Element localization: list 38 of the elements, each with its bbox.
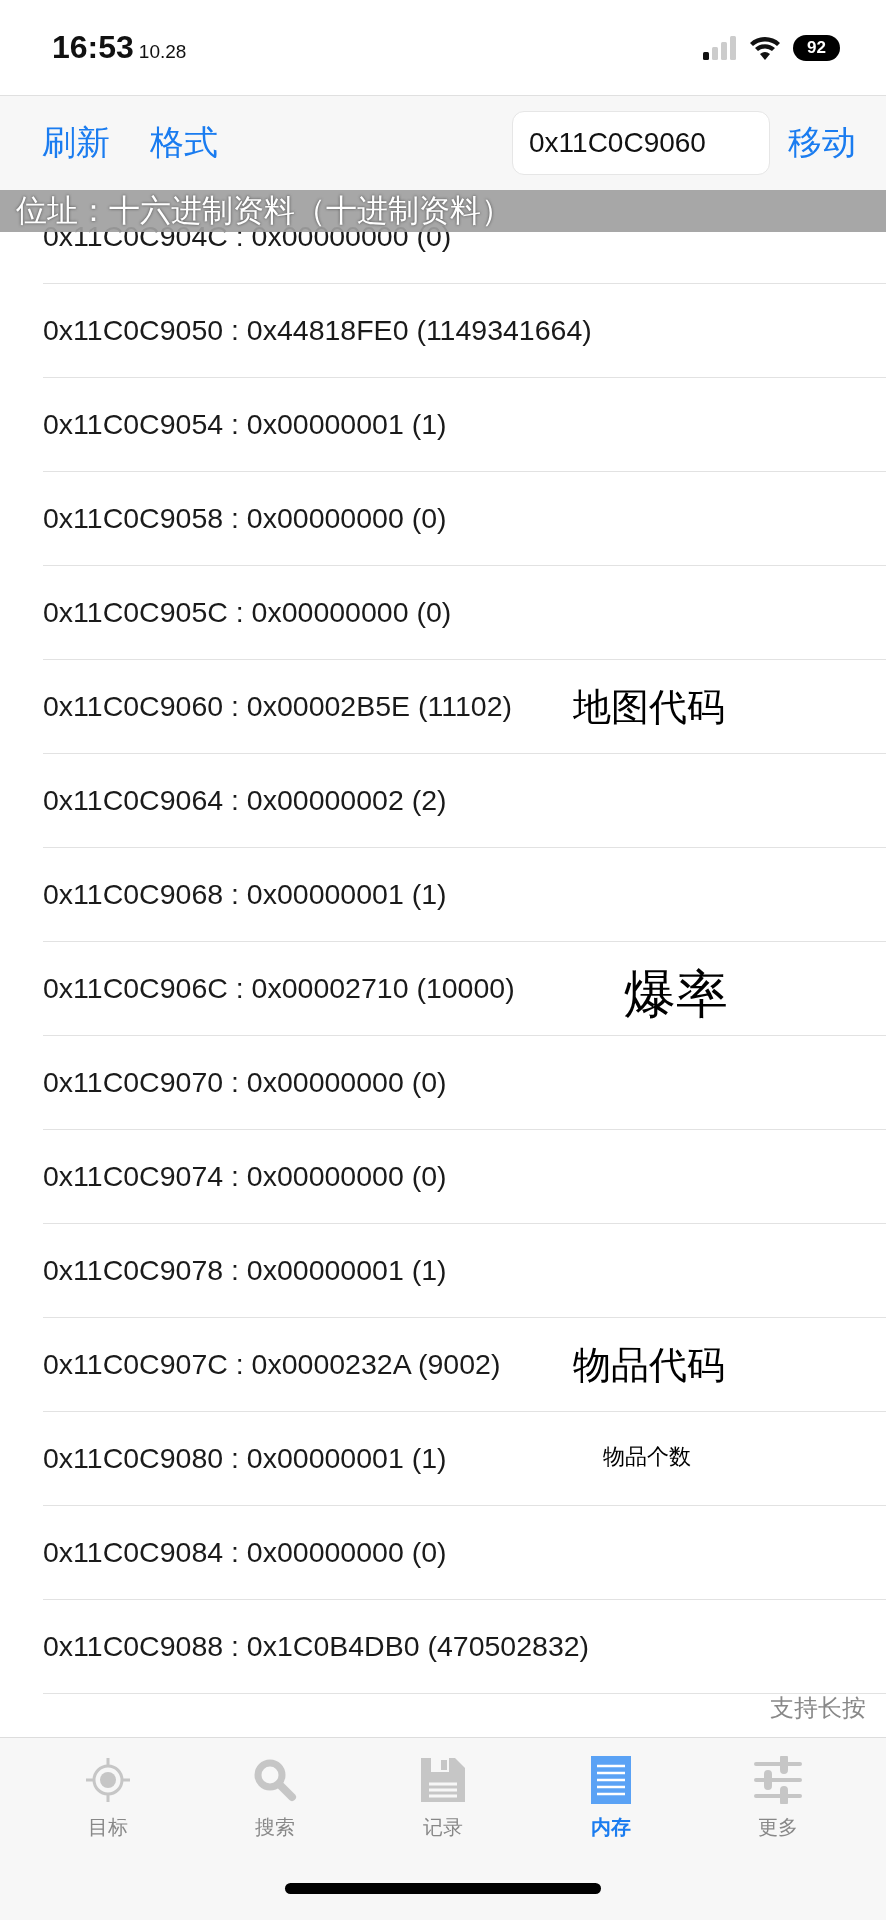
memory-entry: 0x11C0C9050 : 0x44818FE0 (1149341664) — [43, 314, 592, 347]
memory-entry: 0x11C0C9058 : 0x00000000 (0) — [43, 502, 447, 535]
annotation-text: 爆率 — [624, 964, 728, 1025]
annotation-text: 物品代码 — [573, 1343, 725, 1388]
go-button[interactable]: 移动 — [788, 120, 856, 166]
memory-entry: 0x11C0C907C : 0x0000232A (9002) — [43, 1348, 501, 1381]
annotation-text: 物品个数 — [603, 1443, 691, 1471]
memory-entry: 0x11C0C9074 : 0x00000000 (0) — [43, 1160, 447, 1193]
memory-entry: 0x11C0C9080 : 0x00000001 (1) — [43, 1442, 447, 1475]
memory-entry: 0x11C0C9068 : 0x00000001 (1) — [43, 878, 447, 911]
hint-text: 支持长按 — [770, 1693, 866, 1723]
memory-entry: 0x11C0C9054 : 0x00000001 (1) — [43, 408, 447, 441]
tab[interactable]: 目标 — [47, 1750, 168, 1847]
toolbar-button[interactable]: 刷新 — [42, 120, 110, 166]
sliders-icon — [754, 1756, 803, 1804]
toolbar-button[interactable]: 格式 — [150, 120, 218, 166]
tab[interactable]: 记录 — [383, 1750, 503, 1847]
target-icon — [83, 1756, 132, 1804]
memory-entry: 0x11C0C9070 : 0x00000000 (0) — [43, 1066, 447, 1099]
tab[interactable]: 内存 — [550, 1750, 671, 1847]
memory-entry: 0x11C0C905C : 0x00000000 (0) — [43, 596, 452, 629]
tab[interactable]: 更多 — [718, 1750, 839, 1847]
status-time: 16:53 — [52, 29, 134, 66]
memory-entry: 0x11C0C9078 : 0x00000001 (1) — [43, 1254, 447, 1287]
memory-entry: 0x11C0C906C : 0x00002710 (10000) — [43, 972, 515, 1005]
battery-indicator: 92 — [793, 34, 840, 61]
signal-icon — [703, 35, 738, 60]
save-icon — [419, 1756, 467, 1804]
document-icon — [588, 1756, 633, 1804]
annotation-text: 地图代码 — [573, 685, 725, 730]
memory-entry: 0x11C0C9064 : 0x00000002 (2) — [43, 784, 447, 817]
address-field[interactable]: 0x11C0C9060 — [512, 111, 770, 175]
memory-entry: 0x11C0C9060 : 0x00002B5E (11102) — [43, 690, 512, 723]
memory-entry: 0x11C0C9084 : 0x00000000 (0) — [43, 1536, 447, 1569]
wifi-icon — [749, 35, 782, 60]
memory-entry: 0x11C0C9088 : 0x1C0B4DB0 (470502832) — [43, 1630, 590, 1663]
status-date: 10.28 — [138, 41, 187, 63]
tab[interactable]: 搜索 — [215, 1750, 336, 1847]
